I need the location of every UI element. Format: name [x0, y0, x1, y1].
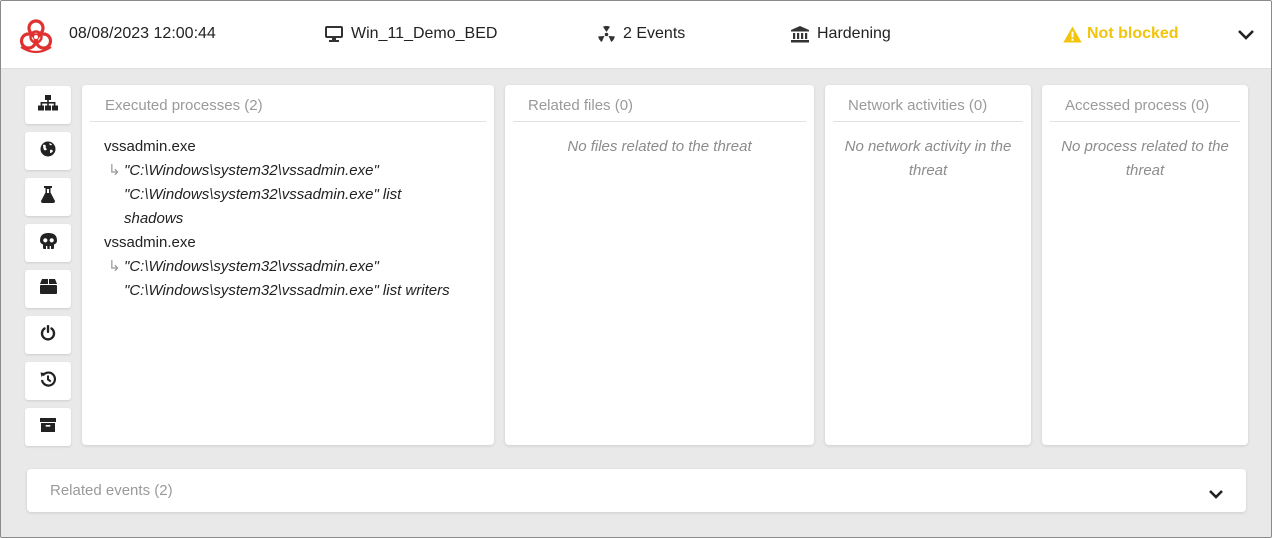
accessed-process-title: Accessed process (0)	[1050, 97, 1240, 122]
power-button[interactable]	[25, 316, 71, 354]
event-datetime: 08/08/2023 12:00:44	[69, 25, 216, 42]
threat-header: 08/08/2023 12:00:44 Win_11_Demo_BED 2 Ev…	[1, 1, 1271, 69]
policy-info: Hardening	[791, 25, 891, 43]
warning-icon	[1063, 26, 1087, 43]
host-name: Win_11_Demo_BED	[351, 25, 498, 42]
institution-icon	[791, 25, 817, 43]
power-icon	[40, 324, 56, 346]
analysis-button[interactable]	[25, 178, 71, 216]
threat-details-frame: 08/08/2023 12:00:44 Win_11_Demo_BED 2 Ev…	[0, 0, 1272, 538]
radiation-icon	[598, 25, 623, 43]
process-tree-button[interactable]	[25, 86, 71, 124]
collapse-chevron-icon[interactable]	[1237, 28, 1255, 46]
archive-icon	[40, 417, 56, 437]
package-icon	[39, 279, 57, 299]
biohazard-icon	[17, 17, 55, 60]
related-files-title: Related files (0)	[513, 97, 806, 122]
process-command-text: "C:\Windows\system32\vssadmin.exe" "C:\W…	[124, 258, 450, 299]
skull-icon	[39, 232, 57, 254]
host-info: Win_11_Demo_BED	[325, 25, 497, 43]
events-label: 2 Events	[623, 25, 686, 42]
monitor-icon	[325, 26, 351, 42]
subdirectory-arrow-icon: ↳	[108, 162, 121, 179]
network-activities-empty: No network activity in the threat	[844, 138, 1012, 179]
network-activities-title: Network activities (0)	[833, 97, 1023, 122]
package-button[interactable]	[25, 270, 71, 308]
network-globe-icon	[40, 141, 56, 162]
policy-name: Hardening	[817, 25, 891, 42]
accessed-process-panel: Accessed process (0) No process related …	[1042, 85, 1248, 445]
executed-processes-title: Executed processes (2)	[90, 97, 486, 122]
flask-icon	[41, 186, 55, 208]
archive-button[interactable]	[25, 408, 71, 446]
block-status: Not blocked	[1063, 25, 1179, 43]
related-files-empty: No files related to the threat	[567, 138, 752, 155]
related-events-bar[interactable]: Related events (2)	[27, 469, 1246, 512]
process-command-text: "C:\Windows\system32\vssadmin.exe" "C:\W…	[124, 162, 402, 227]
process-command: ↳ "C:\Windows\system32\vssadmin.exe" "C:…	[104, 255, 460, 303]
accessed-process-empty: No process related to the threat	[1061, 138, 1229, 179]
executed-processes-panel: Executed processes (2) vssadmin.exe ↳ "C…	[82, 85, 494, 445]
threat-button[interactable]	[25, 224, 71, 262]
process-name[interactable]: vssadmin.exe	[104, 231, 484, 255]
process-name[interactable]: vssadmin.exe	[104, 135, 484, 159]
related-files-panel: Related files (0) No files related to th…	[505, 85, 814, 445]
block-status-label: Not blocked	[1087, 25, 1179, 42]
process-list: vssadmin.exe ↳ "C:\Windows\system32\vssa…	[104, 135, 484, 303]
related-events-title: Related events (2)	[50, 482, 173, 499]
events-count: 2 Events	[598, 25, 685, 43]
history-icon	[40, 370, 57, 392]
subdirectory-arrow-icon: ↳	[108, 258, 121, 275]
process-command: ↳ "C:\Windows\system32\vssadmin.exe" "C:…	[104, 159, 460, 231]
network-activities-panel: Network activities (0) No network activi…	[825, 85, 1031, 445]
process-tree-icon	[38, 94, 58, 116]
history-button[interactable]	[25, 362, 71, 400]
chevron-down-icon[interactable]	[1208, 487, 1224, 505]
network-button[interactable]	[25, 132, 71, 170]
